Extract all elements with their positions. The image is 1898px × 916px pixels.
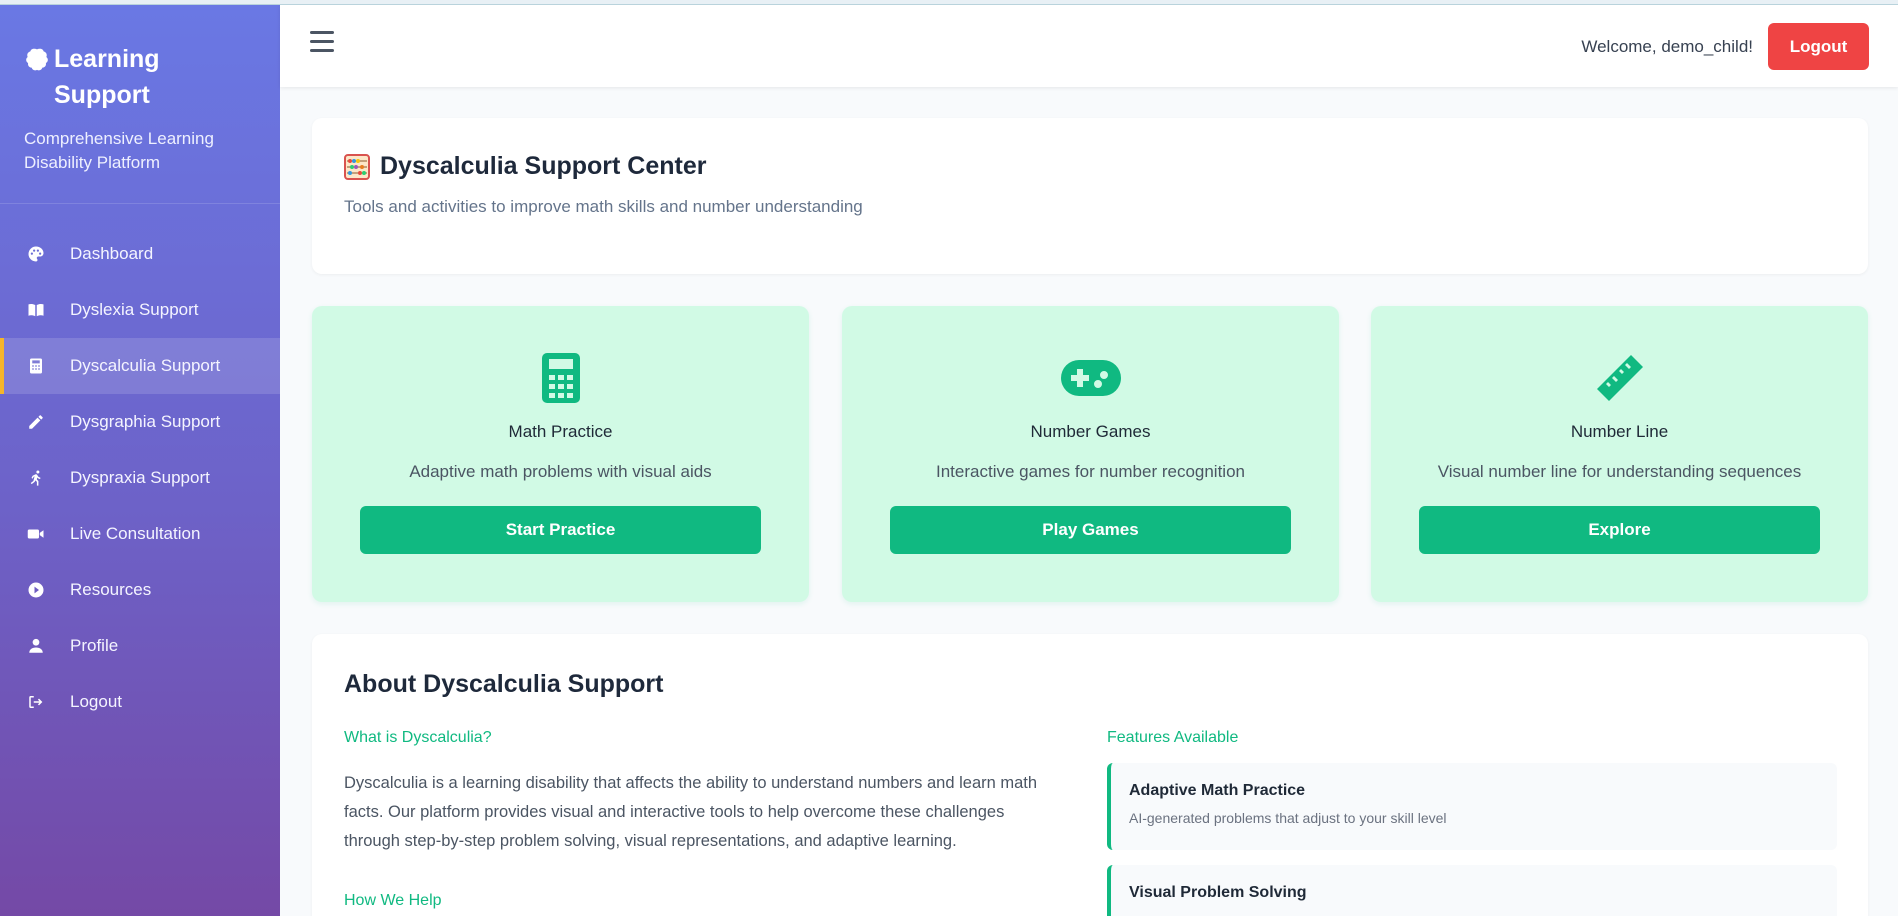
gamepad-icon	[842, 352, 1339, 404]
play-circle-icon	[26, 580, 46, 600]
about-title: About Dyscalculia Support	[344, 670, 664, 698]
tool-card-number-games: Number Games Interactive games for numbe…	[842, 306, 1339, 602]
page-title: Dyscalculia Support Center	[344, 152, 1836, 181]
main-content: Dyscalculia Support Center Tools and act…	[280, 87, 1898, 916]
user-icon	[26, 636, 46, 656]
features-heading: Features Available	[1107, 729, 1239, 746]
sidebar-item-dyslexia[interactable]: Dyslexia Support	[0, 282, 280, 338]
feature-item: Adaptive Math Practice AI-generated prob…	[1107, 763, 1837, 850]
feature-title: Visual Problem Solving	[1129, 884, 1307, 901]
what-heading: What is Dyscalculia?	[344, 729, 492, 746]
play-games-button[interactable]: Play Games	[890, 506, 1291, 554]
about-left-column: What is Dyscalculia? Dyscalculia is a le…	[344, 729, 1064, 910]
tool-description: Adaptive math problems with visual aids	[409, 462, 712, 481]
menu-toggle-icon[interactable]	[310, 31, 334, 55]
tool-title: Number Games	[1030, 422, 1151, 441]
calculator-icon	[26, 356, 46, 376]
palette-icon	[26, 244, 46, 264]
sidebar-item-live-consultation[interactable]: Live Consultation	[0, 506, 280, 562]
how-heading: How We Help	[344, 892, 442, 909]
about-right-column: Features Available Adaptive Math Practic…	[1107, 729, 1837, 916]
tool-description: Visual number line for understanding seq…	[1437, 462, 1802, 481]
sidebar-nav: Dashboard Dyslexia Support Dyscalculia S…	[0, 226, 280, 730]
top-header: Welcome, demo_child! Logout	[280, 5, 1898, 87]
sidebar-item-label: Dyscalculia Support	[70, 356, 221, 375]
sign-out-icon	[26, 692, 46, 712]
sidebar-item-label: Dysgraphia Support	[70, 412, 221, 431]
feature-description: AI-generated problems that adjust to you…	[1129, 810, 1447, 826]
sidebar-item-logout[interactable]: Logout	[0, 674, 280, 730]
feature-item: Visual Problem Solving	[1107, 865, 1837, 916]
welcome-message: Welcome, demo_child!	[1581, 37, 1753, 56]
sidebar-item-label: Dyspraxia Support	[70, 468, 210, 487]
feature-title: Adaptive Math Practice	[1129, 782, 1306, 799]
start-practice-button[interactable]: Start Practice	[360, 506, 761, 554]
hero-card: Dyscalculia Support Center Tools and act…	[312, 118, 1868, 274]
sidebar-item-label: Live Consultation	[70, 524, 201, 543]
sidebar-item-label: Profile	[70, 636, 119, 655]
sidebar-item-profile[interactable]: Profile	[0, 618, 280, 674]
tool-title: Math Practice	[508, 422, 613, 441]
brand-title-text: Learning Support	[54, 45, 160, 109]
sidebar-item-dyscalculia[interactable]: Dyscalculia Support	[0, 338, 280, 394]
tool-card-math-practice: Math Practice Adaptive math problems wit…	[312, 306, 809, 602]
sidebar: Learning Support Comprehensive Learning …	[0, 5, 280, 916]
sidebar-item-label: Dyslexia Support	[70, 300, 199, 319]
video-icon	[26, 524, 46, 544]
calculator-icon	[312, 352, 809, 404]
sidebar-item-resources[interactable]: Resources	[0, 562, 280, 618]
running-icon	[26, 468, 46, 488]
ruler-icon	[1371, 352, 1868, 404]
sidebar-item-dyspraxia[interactable]: Dyspraxia Support	[0, 450, 280, 506]
tool-description: Interactive games for number recognition	[936, 462, 1245, 481]
logout-button[interactable]: Logout	[1768, 23, 1869, 70]
pencil-icon	[26, 412, 46, 432]
window-top-edge	[0, 0, 1898, 5]
tool-title: Number Line	[1570, 422, 1669, 441]
tool-card-number-line: Number Line Visual number line for under…	[1371, 306, 1868, 602]
brand-subtitle: Comprehensive Learning Disability Platfo…	[24, 129, 214, 172]
brain-icon	[26, 48, 48, 71]
abacus-icon	[344, 153, 370, 180]
brand-title: Learning Support	[24, 41, 256, 113]
about-card: About Dyscalculia Support What is Dyscal…	[312, 634, 1868, 916]
page-subtitle: Tools and activities to improve math ski…	[344, 197, 863, 216]
explore-button[interactable]: Explore	[1419, 506, 1820, 554]
sidebar-item-label: Resources	[70, 580, 152, 599]
sidebar-item-label: Dashboard	[70, 244, 154, 263]
book-icon	[26, 300, 46, 320]
what-text: Dyscalculia is a learning disability tha…	[344, 774, 1038, 850]
page-title-text: Dyscalculia Support Center	[380, 152, 707, 180]
brand: Learning Support Comprehensive Learning …	[0, 5, 280, 204]
sidebar-item-label: Logout	[70, 692, 122, 711]
sidebar-item-dysgraphia[interactable]: Dysgraphia Support	[0, 394, 280, 450]
sidebar-item-dashboard[interactable]: Dashboard	[0, 226, 280, 282]
